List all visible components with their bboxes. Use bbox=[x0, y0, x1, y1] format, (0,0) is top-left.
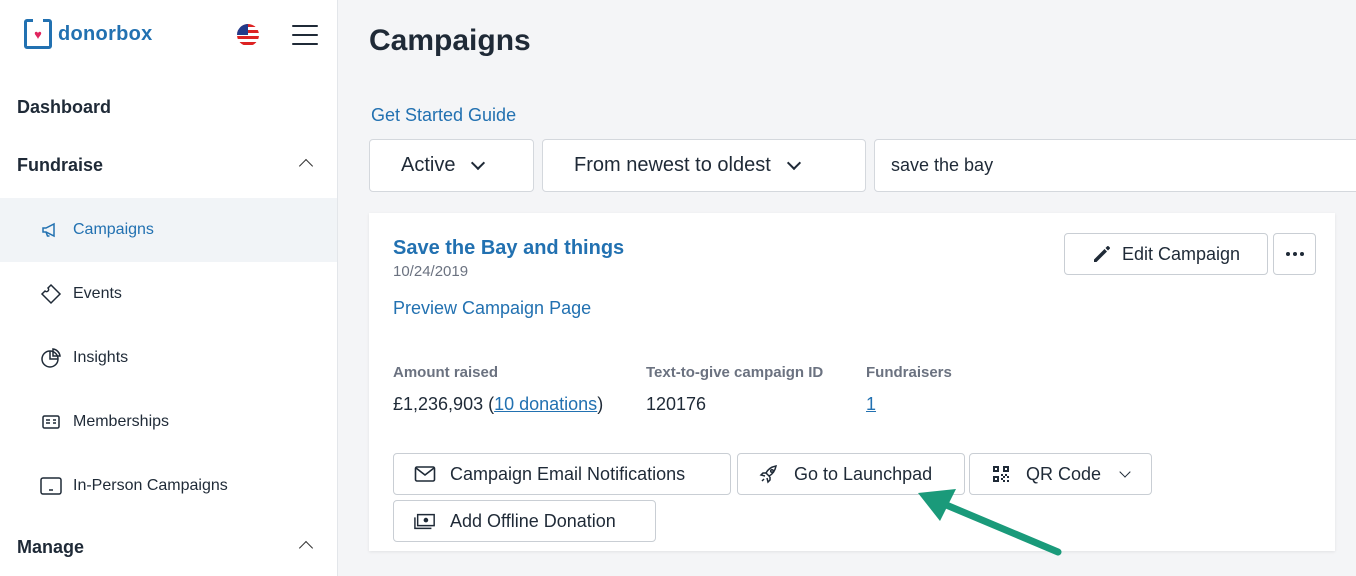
sort-order-dropdown[interactable]: From newest to oldest bbox=[542, 139, 866, 192]
add-offline-donation-button[interactable]: Add Offline Donation bbox=[393, 500, 656, 542]
chevron-up-icon[interactable] bbox=[298, 540, 314, 556]
qr-code-label: QR Code bbox=[1026, 463, 1102, 484]
us-flag-icon[interactable] bbox=[237, 24, 259, 46]
nav-fundraise[interactable]: Fundraise bbox=[17, 155, 103, 176]
campaign-date: 10/24/2019 bbox=[393, 263, 469, 280]
page-title: Campaigns bbox=[369, 24, 531, 57]
campaign-card: Save the Bay and things 10/24/2019 Previ… bbox=[369, 213, 1335, 551]
fundraisers-label: Fundraisers bbox=[866, 364, 952, 381]
edit-campaign-button[interactable]: Edit Campaign bbox=[1064, 233, 1268, 275]
tablet-icon bbox=[40, 475, 62, 497]
sort-order-value: From newest to oldest bbox=[574, 154, 771, 176]
sidebar-item-memberships[interactable]: Memberships bbox=[0, 390, 337, 454]
launchpad-label: Go to Launchpad bbox=[794, 463, 933, 484]
sidebar-item-campaigns[interactable]: Campaigns bbox=[0, 198, 337, 262]
amount-raised-label: Amount raised bbox=[393, 364, 499, 381]
get-started-guide-link[interactable]: Get Started Guide bbox=[371, 105, 516, 126]
text-to-give-id-label: Text-to-give campaign ID bbox=[646, 364, 824, 381]
chevron-up-icon[interactable] bbox=[298, 158, 314, 174]
sidebar: ♥ donorbox Dashboard Fundraise Campaigns… bbox=[0, 0, 338, 576]
preview-campaign-page-link[interactable]: Preview Campaign Page bbox=[393, 298, 591, 319]
chevron-down-icon bbox=[1119, 465, 1131, 478]
search-input[interactable] bbox=[874, 139, 1356, 192]
hamburger-menu-icon[interactable] bbox=[292, 25, 318, 45]
donorbox-logo-icon: ♥ bbox=[24, 19, 52, 49]
sidebar-item-label: Memberships bbox=[73, 413, 170, 430]
ticket-icon bbox=[40, 283, 62, 305]
pie-chart-icon bbox=[40, 347, 62, 369]
status-filter-dropdown[interactable]: Active bbox=[369, 139, 534, 192]
go-to-launchpad-button[interactable]: Go to Launchpad bbox=[737, 453, 965, 495]
sidebar-item-insights[interactable]: Insights bbox=[0, 326, 337, 390]
chevron-down-icon bbox=[471, 155, 486, 170]
qr-code-icon bbox=[990, 463, 1012, 485]
amount-value: £1,236,903 bbox=[393, 394, 484, 414]
nav-dashboard[interactable]: Dashboard bbox=[17, 97, 111, 118]
cash-icon bbox=[414, 510, 436, 532]
offline-donation-label: Add Offline Donation bbox=[450, 510, 616, 531]
envelope-icon bbox=[414, 463, 436, 485]
campaign-title-link[interactable]: Save the Bay and things bbox=[393, 237, 624, 260]
donorbox-logo[interactable]: ♥ donorbox bbox=[24, 19, 153, 49]
fundraisers-value: 1 bbox=[866, 394, 876, 415]
qr-code-dropdown-button[interactable]: QR Code bbox=[969, 453, 1152, 495]
edit-campaign-label: Edit Campaign bbox=[1121, 243, 1241, 264]
sidebar-item-label: In-Person Campaigns bbox=[73, 477, 228, 494]
donations-link[interactable]: 10 donations bbox=[494, 394, 597, 414]
chevron-down-icon bbox=[786, 155, 801, 170]
campaign-email-notifications-button[interactable]: Campaign Email Notifications bbox=[393, 453, 731, 495]
fundraisers-count-link[interactable]: 1 bbox=[866, 394, 876, 414]
sidebar-item-label: Campaigns bbox=[73, 221, 154, 238]
sidebar-item-in-person-campaigns[interactable]: In-Person Campaigns bbox=[0, 454, 337, 518]
sidebar-item-events[interactable]: Events bbox=[0, 262, 337, 326]
nav-manage[interactable]: Manage bbox=[17, 537, 84, 558]
more-dots-icon bbox=[1285, 252, 1290, 256]
more-options-button[interactable] bbox=[1273, 233, 1316, 275]
status-filter-value: Active bbox=[401, 154, 456, 176]
megaphone-icon bbox=[40, 219, 62, 241]
text-to-give-id-value: 120176 bbox=[646, 394, 707, 414]
rocket-icon bbox=[758, 463, 780, 485]
sidebar-item-label: Insights bbox=[73, 349, 129, 366]
membership-card-icon bbox=[40, 411, 62, 433]
brand-name: donorbox bbox=[58, 22, 153, 45]
sidebar-item-label: Events bbox=[73, 285, 122, 302]
amount-raised-value: £1,236,903 (10 donations) bbox=[393, 394, 604, 414]
pencil-icon bbox=[1092, 244, 1112, 264]
email-notifications-label: Campaign Email Notifications bbox=[450, 463, 686, 484]
